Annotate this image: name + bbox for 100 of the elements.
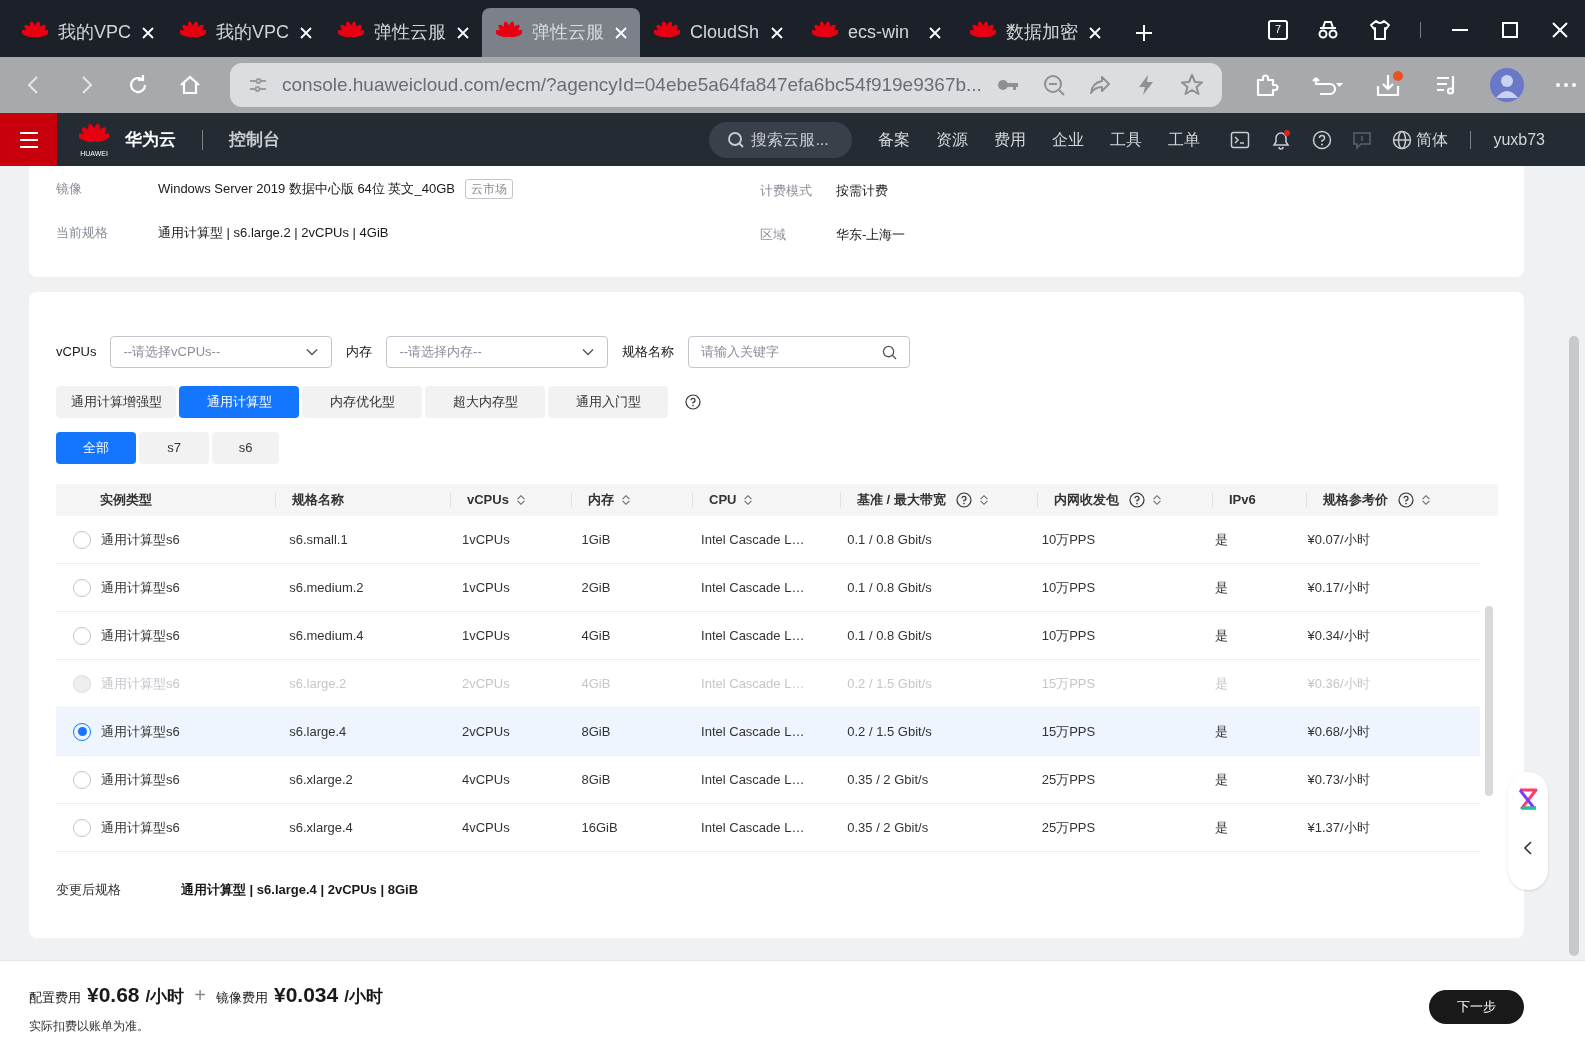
type-tab[interactable]: 通用入门型 — [548, 386, 668, 418]
shirt-icon[interactable] — [1368, 17, 1392, 42]
column-header[interactable]: IPv6 — [1229, 490, 1256, 510]
table-cell-text: 0.2 / 1.5 Gbit/s — [847, 722, 932, 741]
tab-count[interactable]: 7 — [1268, 19, 1288, 40]
table-row[interactable]: 通用计算型s6 s6.medium.2 1vCPUs 2GiB Intel Cascade L… 0.1 / 0.8 Gbit/s 10万PPS 是 ¥0.17/小时 — [56, 564, 1480, 612]
search-icon — [882, 344, 898, 360]
close-icon[interactable] — [141, 25, 155, 40]
sort-icon[interactable] — [742, 494, 755, 506]
price-label: 镜像费用 — [216, 989, 268, 1008]
type-tab[interactable]: 内存优化型 — [302, 386, 422, 418]
scrollbar-thumb[interactable] — [1485, 606, 1493, 796]
table-row[interactable]: 通用计算型s6 s6.large.4 2vCPUs 8GiB Intel Cascade L… 0.2 / 1.5 Gbit/s 15万PPS 是 ¥0.68/小时 — [56, 708, 1480, 756]
sliders-icon[interactable] — [248, 75, 268, 95]
table-cell-text: 是 — [1214, 674, 1228, 693]
table-cell-text: 4vCPUs — [461, 818, 510, 837]
console-title[interactable]: 控制台 — [229, 126, 280, 153]
column-header[interactable]: 内存 — [588, 490, 614, 510]
search-field[interactable]: 请输入关键字 — [688, 336, 911, 368]
feedback-icon[interactable] — [1352, 129, 1373, 150]
table-cell-text: 通用计算型s6 — [101, 626, 180, 645]
nav-link[interactable]: 工单 — [1168, 127, 1201, 152]
type-tab[interactable]: 通用计算型 — [179, 386, 299, 418]
series-tab[interactable]: 全部 — [56, 432, 136, 464]
column-header[interactable]: vCPUs — [467, 490, 509, 510]
column-header[interactable]: 规格名称 — [292, 490, 344, 510]
table-cell-text: 是 — [1214, 626, 1228, 645]
table-cell-text: s6.small.1 — [289, 530, 348, 549]
column-header[interactable]: 规格参考价 — [1323, 490, 1388, 510]
table-cell-text: 0.2 / 1.5 Gbit/s — [847, 674, 932, 693]
tab-title: 弹性云服 — [374, 21, 446, 44]
close-icon[interactable] — [928, 25, 942, 40]
table-cell-text: 0.1 / 0.8 Gbit/s — [847, 626, 932, 645]
table-cell-text: 0.35 / 2 Gbit/s — [847, 770, 929, 789]
user-name[interactable]: yuxb73 — [1493, 127, 1545, 152]
sort-icon[interactable] — [977, 494, 990, 506]
close-icon[interactable] — [770, 25, 784, 40]
close-icon[interactable] — [1088, 25, 1102, 40]
scrollbar-thumb[interactable] — [1569, 336, 1579, 956]
table-row[interactable]: 通用计算型s6 s6.xlarge.2 4vCPUs 8GiB Intel Cascade L… 0.35 / 2 Gbit/s 25万PPS 是 ¥0.73/小时 — [56, 756, 1480, 804]
field-value: 华东-上海一 — [836, 226, 906, 245]
type-tab[interactable]: 超大内存型 — [425, 386, 545, 418]
table-cell-text: ¥0.17/小时 — [1307, 578, 1370, 597]
column-header[interactable]: 内网收发包 — [1054, 490, 1119, 510]
table-cell-text: 4GiB — [581, 626, 611, 645]
help-icon[interactable] — [1129, 492, 1145, 508]
type-tab[interactable]: 通用计算增强型 — [56, 386, 176, 418]
table-cell-text: ¥0.07/小时 — [1307, 530, 1370, 549]
column-header[interactable]: CPU — [709, 490, 737, 510]
browser-tab[interactable]: CloudSh — [640, 8, 798, 57]
nav-link[interactable]: 工具 — [1110, 127, 1143, 152]
browser-tab[interactable]: 我的VPC — [166, 8, 324, 57]
table-cell-text: Intel Cascade L… — [701, 674, 805, 693]
nav-link[interactable]: 资源 — [936, 127, 969, 152]
terminal-icon[interactable] — [1230, 129, 1251, 150]
browser-tab[interactable]: 数据加密 — [956, 8, 1114, 57]
tab-title: 弹性云服 — [532, 21, 604, 44]
help-icon[interactable] — [1398, 492, 1414, 508]
bell-icon[interactable] — [1270, 128, 1293, 151]
browser-tab[interactable]: 我的VPC — [8, 8, 166, 57]
filter-label: 规格名称 — [622, 343, 675, 362]
sort-icon[interactable] — [514, 494, 527, 506]
hourglass-logo-icon[interactable] — [1517, 788, 1539, 810]
table-cell-text: Intel Cascade L… — [701, 530, 805, 549]
search-field[interactable]: 搜索云服... — [709, 121, 853, 158]
sort-icon[interactable] — [1420, 494, 1432, 506]
next-button[interactable]: 下一步 — [1429, 990, 1524, 1024]
close-icon[interactable] — [456, 25, 470, 40]
browser-tab[interactable]: ecs-win — [798, 8, 956, 57]
star-icon[interactable] — [1179, 73, 1204, 97]
brand-name: 华为云 — [125, 128, 176, 151]
nav-link[interactable]: 备案 — [878, 127, 911, 152]
help-icon[interactable] — [685, 394, 701, 410]
sort-icon[interactable] — [1151, 494, 1163, 506]
sort-icon[interactable] — [620, 494, 632, 506]
nav-link[interactable]: 费用 — [994, 127, 1027, 152]
tab-title: 我的VPC — [58, 21, 131, 44]
table-row[interactable]: 通用计算型s6 s6.medium.4 1vCPUs 4GiB Intel Cascade L… 0.1 / 0.8 Gbit/s 10万PPS 是 ¥0.34/小时 — [56, 612, 1480, 660]
zoom-out-icon[interactable] — [1041, 73, 1066, 97]
globe-icon[interactable] — [1392, 129, 1413, 150]
table-row[interactable]: 通用计算型s6 s6.small.1 1vCPUs 1GiB Intel Cascade L… 0.1 / 0.8 Gbit/s 10万PPS 是 ¥0.07/小时 — [56, 516, 1480, 564]
field-value: 通用计算型 | s6.large.4 | 2vCPUs | 8GiB — [181, 881, 419, 899]
home-icon[interactable] — [178, 73, 202, 97]
nav-link[interactable]: 企业 — [1052, 127, 1085, 152]
address-bar[interactable]: console.huaweicloud.com/ecm/?agencyId=04ebe5a64fa847efa6bc54f919e9367b... — [230, 63, 1222, 107]
share-icon[interactable] — [1087, 73, 1112, 97]
table-row[interactable]: 通用计算型s6 s6.xlarge.4 4vCPUs 16GiB Intel Cascade L… 0.35 / 2 Gbit/s 25万PPS 是 ¥1.37/小时 — [56, 804, 1480, 852]
help-icon[interactable] — [955, 492, 972, 508]
new-tab-icon[interactable] — [1134, 22, 1154, 43]
series-tab[interactable]: s7 — [139, 432, 209, 464]
dropdown[interactable]: --请选择内存-- — [386, 336, 609, 368]
browser-tab[interactable]: 弹性云服 — [324, 8, 482, 57]
column-header[interactable]: 基准 / 最大带宽 — [857, 490, 946, 510]
column-header[interactable]: 实例类型 — [100, 490, 152, 510]
menu-button[interactable] — [0, 113, 57, 166]
close-icon[interactable] — [299, 25, 313, 40]
series-tab[interactable]: s6 — [212, 432, 279, 464]
table-cell-text: 2vCPUs — [461, 722, 510, 741]
language-link[interactable]: 简体 — [1416, 127, 1449, 152]
avatar-icon[interactable] — [1489, 68, 1524, 102]
